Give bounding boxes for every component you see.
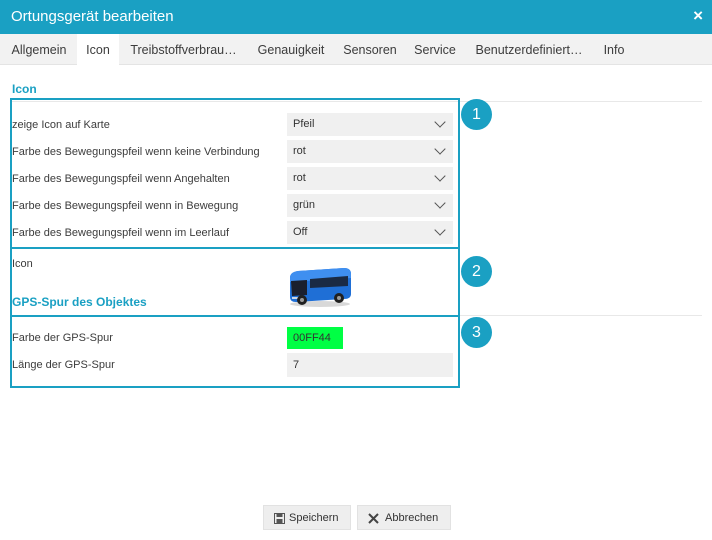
tab-allgemein[interactable]: Allgemein [3, 34, 75, 65]
highlight-box-3 [10, 315, 460, 388]
color-no-connection-select[interactable]: rot [287, 140, 453, 163]
gps-color-label: Farbe der GPS-Spur [12, 332, 113, 344]
tab-sensoren[interactable]: Sensoren [337, 34, 403, 65]
row-label-show-icon: zeige Icon auf Karte [12, 119, 110, 131]
dialog-title: Ortungsgerät bearbeiten [11, 8, 174, 25]
tab-service[interactable]: Service [409, 34, 461, 65]
chevron-down-icon [434, 143, 446, 155]
cancel-button-label: Abbrechen [385, 512, 439, 524]
bus-icon[interactable] [286, 264, 354, 308]
select-value: Pfeil [293, 118, 315, 130]
cancel-button[interactable]: Abbrechen [357, 505, 451, 530]
show-icon-select[interactable]: Pfeil [287, 113, 453, 136]
section-title-gps: GPS-Spur des Objektes [12, 295, 147, 309]
chevron-down-icon [434, 116, 446, 128]
color-idle-select[interactable]: Off [287, 221, 453, 244]
tab-benutzerdefiniert[interactable]: Benutzerdefiniert… [467, 34, 591, 65]
gps-length-label: Länge der GPS-Spur [12, 359, 115, 371]
gps-length-input[interactable]: 7 [287, 353, 453, 377]
close-icon [368, 513, 379, 524]
tab-icon[interactable]: Icon [77, 34, 119, 66]
select-value: Off [293, 226, 308, 238]
tab-bar: Allgemein Icon Treibstoffverbrau… Genaui… [0, 34, 712, 66]
tab-genauigkeit[interactable]: Genauigkeit [251, 34, 331, 65]
chevron-down-icon [434, 224, 446, 236]
gps-color-picker[interactable]: 00FF44 [287, 327, 343, 349]
chevron-down-icon [434, 197, 446, 209]
annotation-badge-2: 2 [461, 256, 492, 287]
annotation-badge-3: 3 [461, 317, 492, 348]
tab-treibstoffverbrauch[interactable]: Treibstoffverbrau… [123, 34, 244, 65]
section-title-icon: Icon [12, 82, 37, 96]
annotation-badge-1: 1 [461, 99, 492, 130]
color-moving-select[interactable]: grün [287, 194, 453, 217]
dialog-titlebar: Ortungsgerät bearbeiten × [0, 0, 712, 34]
row-label-stopped: Farbe des Bewegungspfeil wenn Angehalten [12, 173, 230, 185]
floppy-disk-icon [274, 513, 285, 524]
tab-info[interactable]: Info [598, 34, 630, 65]
save-button-label: Speichern [289, 512, 339, 524]
gps-length-value: 7 [293, 359, 300, 371]
row-label-moving: Farbe des Bewegungspfeil wenn in Bewegun… [12, 200, 239, 212]
save-button[interactable]: Speichern [263, 505, 351, 530]
gps-color-value: 00FF44 [293, 332, 331, 344]
row-label-idle: Farbe des Bewegungspfeil wenn im Leerlau… [12, 227, 230, 239]
row-label-no-connection: Farbe des Bewegungspfeil wenn keine Verb… [12, 146, 260, 158]
section-divider [460, 315, 702, 316]
select-value: rot [293, 145, 306, 157]
icon-label: Icon [12, 258, 33, 270]
chevron-down-icon [434, 170, 446, 182]
color-stopped-select[interactable]: rot [287, 167, 453, 190]
select-value: grün [293, 199, 316, 211]
close-icon[interactable]: × [693, 6, 703, 26]
select-value: rot [293, 172, 306, 184]
